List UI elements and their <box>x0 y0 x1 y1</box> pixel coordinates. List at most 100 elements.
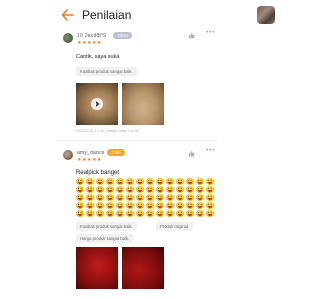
laughing-emoji-icon <box>136 202 144 209</box>
laughing-emoji-icon <box>196 178 204 185</box>
laughing-emoji-icon <box>96 194 104 201</box>
laughing-emoji-icon <box>126 202 134 209</box>
laughing-emoji-icon <box>76 178 84 185</box>
laughing-emoji-icon <box>126 210 134 217</box>
laughing-emoji-icon <box>126 186 134 193</box>
thumbs-up-icon[interactable] <box>188 32 195 39</box>
laughing-emoji-icon <box>186 202 194 209</box>
review-video-thumbnail[interactable] <box>76 83 118 125</box>
play-icon[interactable] <box>91 98 103 110</box>
laughing-emoji-icon <box>196 210 204 217</box>
back-arrow-icon[interactable] <box>60 7 76 23</box>
laughing-emoji-icon <box>106 202 114 209</box>
app-header: Penilaian <box>0 0 299 30</box>
review-meta: 2023-07-21 17:00 | Variasi: mika, Cut 38 <box>76 129 139 133</box>
laughing-emoji-icon <box>206 186 214 193</box>
laughing-emoji-icon <box>166 194 174 201</box>
review-text: Cantik, saya suka <box>76 54 120 60</box>
laughing-emoji-icon <box>156 194 164 201</box>
laughing-emoji-icon <box>86 210 94 217</box>
laughing-emoji-icon <box>176 178 184 185</box>
username: amy_dance <box>77 150 105 156</box>
laughing-emoji-icon <box>146 210 154 217</box>
laughing-emoji-icon <box>96 210 104 217</box>
laughing-emoji-icon <box>196 194 204 201</box>
laughing-emoji-icon <box>156 210 164 217</box>
laughing-emoji-icon <box>156 186 164 193</box>
laughing-emoji-icon <box>186 194 194 201</box>
laughing-emoji-icon <box>116 178 124 185</box>
laughing-emoji-icon <box>176 202 184 209</box>
laughing-emoji-icon <box>206 202 214 209</box>
avatar[interactable] <box>63 150 73 160</box>
laughing-emoji-icon <box>136 210 144 217</box>
laughing-emoji-icon <box>106 210 114 217</box>
review-tag: Produk original. <box>156 222 194 231</box>
laughing-emoji-icon <box>186 186 194 193</box>
laughing-emoji-icon <box>156 202 164 209</box>
laughing-emoji-icon <box>206 178 214 185</box>
laughing-emoji-icon <box>86 186 94 193</box>
laughing-emoji-icon <box>146 202 154 209</box>
laughing-emoji-icon <box>106 194 114 201</box>
laughing-emoji-icon <box>176 186 184 193</box>
product-thumbnail[interactable] <box>257 6 275 24</box>
emoji-row <box>76 178 226 218</box>
laughing-emoji-icon <box>116 194 124 201</box>
page-title: Penilaian <box>82 8 132 22</box>
laughing-emoji-icon <box>146 194 154 201</box>
divider <box>58 140 218 141</box>
review-photo[interactable] <box>76 247 118 289</box>
laughing-emoji-icon <box>116 210 124 217</box>
more-icon[interactable]: ••• <box>206 30 215 36</box>
laughing-emoji-icon <box>96 178 104 185</box>
laughing-emoji-icon <box>206 210 214 217</box>
laughing-emoji-icon <box>106 178 114 185</box>
laughing-emoji-icon <box>166 202 174 209</box>
laughing-emoji-icon <box>186 178 194 185</box>
username: 10`2acd8t*9 <box>77 33 107 39</box>
laughing-emoji-icon <box>76 186 84 193</box>
laughing-emoji-icon <box>136 178 144 185</box>
review-tag: Kualitas produk sangat baik. <box>76 67 137 76</box>
laughing-emoji-icon <box>206 194 214 201</box>
laughing-emoji-icon <box>166 210 174 217</box>
laughing-emoji-icon <box>186 210 194 217</box>
laughing-emoji-icon <box>116 202 124 209</box>
review-photo[interactable] <box>122 83 164 125</box>
laughing-emoji-icon <box>196 186 204 193</box>
rating-stars: ★★★★★ <box>77 40 102 46</box>
laughing-emoji-icon <box>86 194 94 201</box>
avatar[interactable] <box>63 33 73 43</box>
more-icon[interactable]: ••• <box>206 148 215 154</box>
review-photo[interactable] <box>122 247 164 289</box>
review-tag: Harga produk sangat baik. <box>76 234 134 243</box>
laughing-emoji-icon <box>96 186 104 193</box>
laughing-emoji-icon <box>76 210 84 217</box>
laughing-emoji-icon <box>176 194 184 201</box>
laughing-emoji-icon <box>76 202 84 209</box>
member-badge: Silver <box>113 32 133 39</box>
laughing-emoji-icon <box>126 194 134 201</box>
thumbs-up-icon[interactable] <box>188 150 195 157</box>
review-text: Realpick banget <box>76 170 120 176</box>
laughing-emoji-icon <box>176 210 184 217</box>
laughing-emoji-icon <box>116 186 124 193</box>
laughing-emoji-icon <box>156 178 164 185</box>
laughing-emoji-icon <box>106 186 114 193</box>
laughing-emoji-icon <box>196 202 204 209</box>
laughing-emoji-icon <box>76 194 84 201</box>
laughing-emoji-icon <box>166 178 174 185</box>
review-tag: Kualitas produk sangat baik. <box>76 222 137 231</box>
laughing-emoji-icon <box>136 186 144 193</box>
member-badge: Gold <box>107 149 125 156</box>
laughing-emoji-icon <box>86 202 94 209</box>
laughing-emoji-icon <box>146 186 154 193</box>
laughing-emoji-icon <box>136 194 144 201</box>
laughing-emoji-icon <box>126 178 134 185</box>
laughing-emoji-icon <box>166 186 174 193</box>
rating-stars: ★★★★★ <box>77 157 102 163</box>
laughing-emoji-icon <box>96 202 104 209</box>
laughing-emoji-icon <box>146 178 154 185</box>
laughing-emoji-icon <box>86 178 94 185</box>
